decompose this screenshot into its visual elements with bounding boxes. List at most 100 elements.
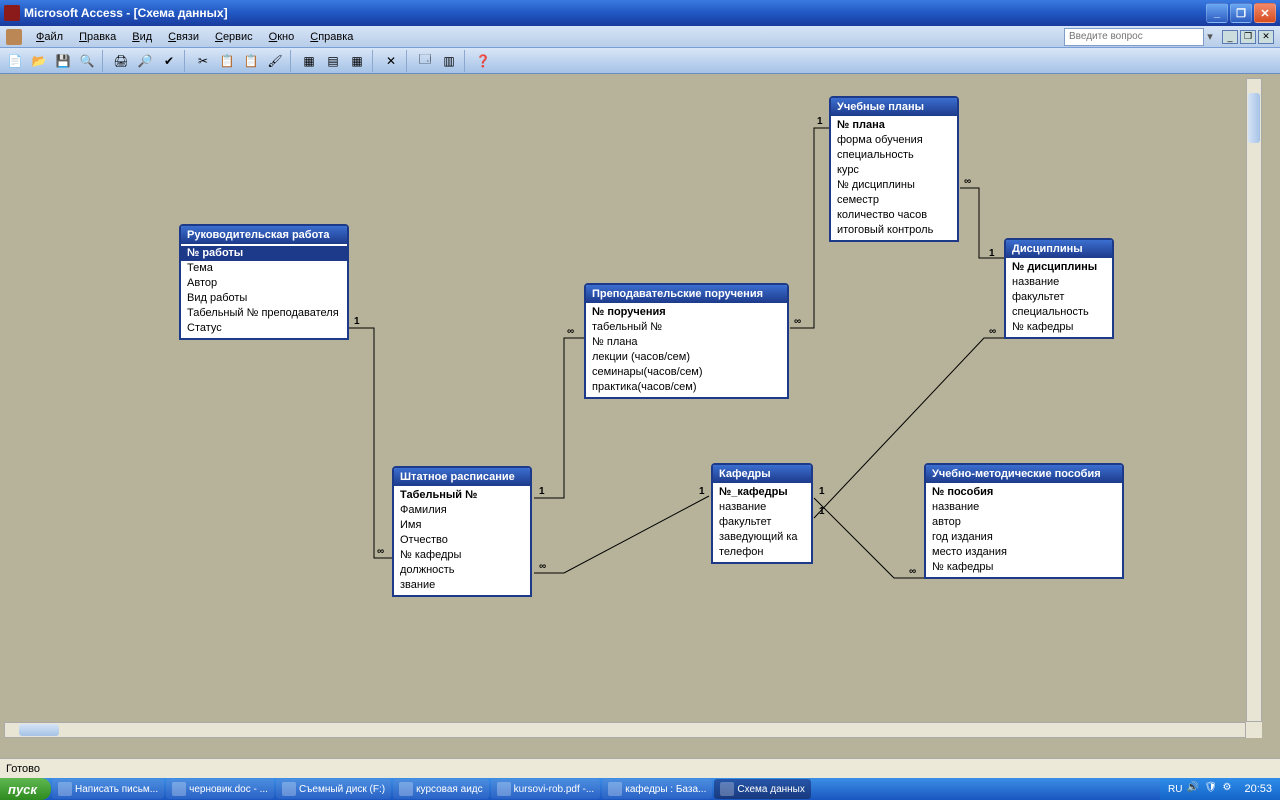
table-teaching-materials[interactable]: Учебно-методические пособия № пособияназв… — [924, 463, 1124, 579]
tray-icon[interactable]: ⚙ — [1222, 782, 1236, 796]
copy-icon[interactable]: 📋 — [216, 50, 238, 72]
table-field[interactable]: № дисциплины — [1006, 260, 1112, 275]
table-field[interactable]: № кафедры — [394, 548, 530, 563]
table-field[interactable]: факультет — [713, 515, 811, 530]
taskbar-item[interactable]: черновик.doc - ... — [166, 779, 274, 799]
menu-item[interactable]: Справка — [302, 29, 361, 45]
mdi-restore-button[interactable]: ❐ — [1240, 30, 1256, 44]
table-field[interactable]: должность — [394, 563, 530, 578]
table-supervisory-work[interactable]: Руководительская работа№ работыТемаАвтор… — [179, 224, 349, 340]
show-all-icon[interactable]: ▦ — [346, 50, 368, 72]
table-field[interactable]: год издания — [926, 530, 1122, 545]
table-field[interactable]: Статус — [181, 321, 347, 336]
table-field[interactable]: лекции (часов/сем) — [586, 350, 787, 365]
open-icon[interactable]: 📂 — [28, 50, 50, 72]
table-header[interactable]: Штатное расписание — [394, 468, 530, 486]
help-icon[interactable]: ❓ — [472, 50, 494, 72]
show-table-icon[interactable]: ▦ — [298, 50, 320, 72]
menu-item[interactable]: Связи — [160, 29, 207, 45]
table-field[interactable]: семинары(часов/сем) — [586, 365, 787, 380]
table-field[interactable]: семестр — [831, 193, 957, 208]
format-painter-icon[interactable]: 🖌 — [264, 50, 286, 72]
table-field[interactable]: специальность — [1006, 305, 1112, 320]
table-field[interactable]: №_кафедры — [713, 485, 811, 500]
help-question-input[interactable] — [1064, 28, 1204, 46]
table-field[interactable]: звание — [394, 578, 530, 593]
show-direct-icon[interactable]: ▤ — [322, 50, 344, 72]
new-object-icon[interactable]: ▥ — [438, 50, 460, 72]
paste-icon[interactable]: 📋 — [240, 50, 262, 72]
maximize-button[interactable]: ❐ — [1230, 3, 1252, 23]
table-field[interactable]: факультет — [1006, 290, 1112, 305]
table-field[interactable]: № плана — [586, 335, 787, 350]
table-field[interactable]: название — [926, 500, 1122, 515]
table-field[interactable]: Тема — [181, 261, 347, 276]
taskbar-item[interactable]: kursovi-rob.pdf -... — [491, 779, 601, 799]
table-field[interactable]: № поручения — [586, 305, 787, 320]
language-indicator[interactable]: RU — [1168, 784, 1182, 795]
table-field[interactable]: итоговый контроль — [831, 223, 957, 238]
table-field[interactable]: автор — [926, 515, 1122, 530]
table-disciplines[interactable]: Дисциплины № дисциплиныназваниефакультетс… — [1004, 238, 1114, 339]
table-header[interactable]: Учебные планы — [831, 98, 957, 116]
save-icon[interactable]: 💾 — [52, 50, 74, 72]
mdi-minimize-button[interactable]: _ — [1222, 30, 1238, 44]
menu-item[interactable]: Вид — [124, 29, 160, 45]
table-departments[interactable]: Кафедры №_кафедрыназваниефакультетзаведую… — [711, 463, 813, 564]
table-staffing[interactable]: Штатное расписание Табельный №ФамилияИмяО… — [392, 466, 532, 597]
print-icon[interactable]: 🖨 — [110, 50, 132, 72]
menu-item[interactable]: Правка — [71, 29, 124, 45]
taskbar-item[interactable]: Схема данных — [714, 779, 811, 799]
table-header[interactable]: Кафедры — [713, 465, 811, 483]
table-curricula[interactable]: Учебные планы № планаформа обученияспециа… — [829, 96, 959, 242]
table-field[interactable]: № кафедры — [1006, 320, 1112, 335]
taskbar-item[interactable]: кафедры : База... — [602, 779, 712, 799]
table-header[interactable]: Дисциплины — [1006, 240, 1112, 258]
clock[interactable]: 20:53 — [1244, 783, 1272, 795]
minimize-button[interactable]: _ — [1206, 3, 1228, 23]
delete-icon[interactable]: ✕ — [380, 50, 402, 72]
table-field[interactable]: заведующий ка — [713, 530, 811, 545]
menu-item[interactable]: Сервис — [207, 29, 261, 45]
table-field[interactable]: табельный № — [586, 320, 787, 335]
table-teaching-assignments[interactable]: Преподавательские поручения № порученията… — [584, 283, 789, 399]
menu-item[interactable]: Файл — [28, 29, 71, 45]
system-tray[interactable]: RU 🔊 🛡 ⚙ 20:53 — [1160, 778, 1280, 800]
menu-item[interactable]: Окно — [261, 29, 303, 45]
cut-icon[interactable]: ✂ — [192, 50, 214, 72]
table-field[interactable]: № кафедры — [926, 560, 1122, 575]
table-field[interactable]: № пособия — [926, 485, 1122, 500]
table-header[interactable]: Учебно-методические пособия — [926, 465, 1122, 483]
table-field[interactable]: Имя — [394, 518, 530, 533]
new-icon[interactable]: 📄 — [4, 50, 26, 72]
relationships-canvas[interactable]: 1 ∞ 1 ∞ ∞ 1 ∞ 1 ∞ 1 1 ∞ 1 ∞ Руководитель… — [4, 78, 1262, 738]
table-field[interactable]: количество часов — [831, 208, 957, 223]
table-field[interactable]: название — [1006, 275, 1112, 290]
table-field[interactable]: телефон — [713, 545, 811, 560]
table-field[interactable]: № работы — [181, 246, 347, 261]
table-field[interactable]: Фамилия — [394, 503, 530, 518]
taskbar-item[interactable]: Написать письм... — [52, 779, 164, 799]
db-window-icon[interactable]: 🗔 — [414, 50, 436, 72]
table-field[interactable]: № плана — [831, 118, 957, 133]
vertical-scrollbar[interactable] — [1246, 78, 1262, 722]
table-field[interactable]: Табельный № — [394, 488, 530, 503]
table-field[interactable]: практика(часов/сем) — [586, 380, 787, 395]
horizontal-scrollbar[interactable] — [4, 722, 1246, 738]
table-field[interactable]: название — [713, 500, 811, 515]
table-header[interactable]: Руководительская работа — [181, 226, 347, 244]
table-field[interactable]: место издания — [926, 545, 1122, 560]
table-field[interactable]: Отчество — [394, 533, 530, 548]
table-field[interactable]: Табельный № преподавателя — [181, 306, 347, 321]
start-button[interactable]: пуск — [0, 778, 51, 800]
close-button[interactable]: ✕ — [1254, 3, 1276, 23]
tray-icon[interactable]: 🛡 — [1204, 782, 1218, 796]
table-header[interactable]: Преподавательские поручения — [586, 285, 787, 303]
table-field[interactable]: специальность — [831, 148, 957, 163]
file-search-icon[interactable]: 🔍 — [76, 50, 98, 72]
preview-icon[interactable]: 🔎 — [134, 50, 156, 72]
table-field[interactable]: форма обучения — [831, 133, 957, 148]
taskbar-item[interactable]: Съемный диск (F:) — [276, 779, 391, 799]
table-field[interactable]: курс — [831, 163, 957, 178]
taskbar-item[interactable]: курсовая аидс — [393, 779, 489, 799]
